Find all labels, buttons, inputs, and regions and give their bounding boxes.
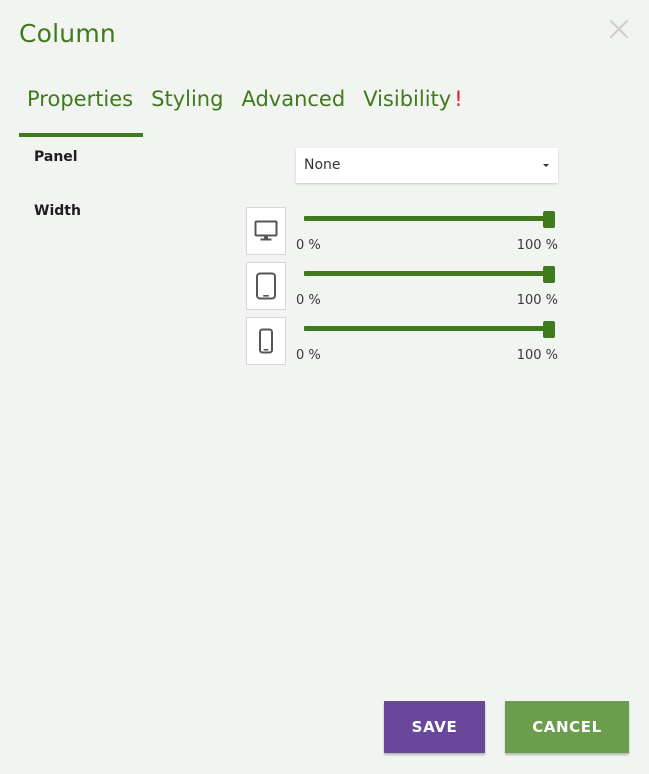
phone-slider-handle[interactable] xyxy=(543,321,555,338)
desktop-slider-min-label: 0 % xyxy=(296,238,321,253)
close-icon[interactable] xyxy=(606,16,632,42)
phone-slider-min-label: 0 % xyxy=(296,348,321,363)
tab-visibility[interactable]: Visibility! xyxy=(355,83,472,133)
width-label: Width xyxy=(34,203,81,219)
save-button[interactable]: Save xyxy=(384,701,485,753)
panel-label: Panel xyxy=(34,149,78,165)
tab-label: Advanced xyxy=(241,87,346,111)
tablet-device-button[interactable] xyxy=(246,262,286,310)
tablet-icon xyxy=(256,272,276,300)
panel-select-value: None xyxy=(304,157,341,173)
tab-label: Styling xyxy=(151,87,224,111)
tab-properties[interactable]: Properties xyxy=(19,83,144,137)
tab-label: Visibility xyxy=(363,87,452,111)
dialog-title: Column xyxy=(19,19,116,48)
phone-device-button[interactable] xyxy=(246,317,286,365)
warning-indicator: ! xyxy=(454,87,463,111)
caret-down-icon xyxy=(543,164,549,167)
tablet-slider-handle[interactable] xyxy=(543,266,555,283)
desktop-slider-handle[interactable] xyxy=(543,211,555,228)
tab-advanced[interactable]: Advanced xyxy=(233,83,355,133)
tab-label: Properties xyxy=(27,87,134,111)
tablet-slider-max-label: 100 % xyxy=(516,293,558,308)
cancel-button[interactable]: Cancel xyxy=(505,701,629,753)
panel-select[interactable]: None xyxy=(296,148,558,183)
tab-bar: Properties Styling Advanced Visibility! xyxy=(19,83,473,137)
phone-width-slider[interactable] xyxy=(304,326,554,331)
tablet-slider-min-label: 0 % xyxy=(296,293,321,308)
phone-icon xyxy=(259,328,273,354)
tablet-width-slider[interactable] xyxy=(304,271,554,276)
tab-styling[interactable]: Styling xyxy=(143,83,233,133)
desktop-icon xyxy=(254,220,278,241)
desktop-width-slider[interactable] xyxy=(304,216,554,221)
desktop-slider-max-label: 100 % xyxy=(516,238,558,253)
desktop-device-button[interactable] xyxy=(246,207,286,255)
phone-slider-max-label: 100 % xyxy=(516,348,558,363)
